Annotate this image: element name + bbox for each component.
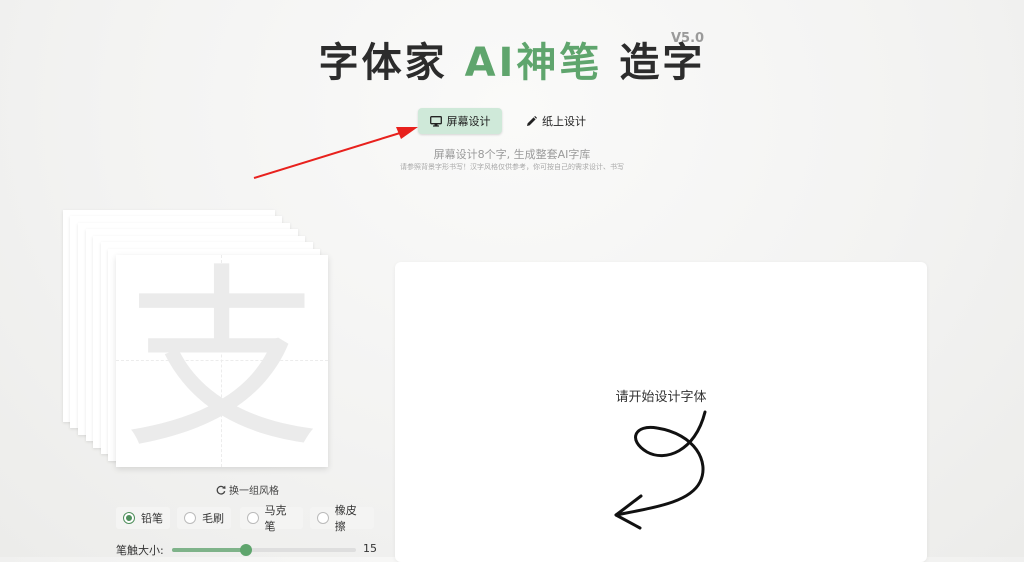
brush-size-slider[interactable] [172, 544, 356, 556]
swap-style-button[interactable]: 换一组风格 [216, 482, 279, 497]
tool-eraser-label: 橡皮擦 [334, 504, 357, 533]
brush-size-label: 笔触大小: [116, 544, 164, 557]
swap-style-label: 换一组风格 [229, 486, 279, 497]
tool-pencil[interactable]: 铅笔 [116, 507, 170, 529]
handwriting-stroke [614, 410, 707, 530]
tool-brush-label: 毛刷 [202, 512, 224, 525]
subtitle-secondary: 请参照背景字形书写！汉字风格仅供参考，你可按自己的需求设计、书写 [400, 163, 624, 171]
brush-size-fill [172, 548, 246, 552]
tool-pencil-label: 铅笔 [141, 512, 163, 525]
reference-character-card: 支 [116, 255, 328, 467]
eraser-radio[interactable] [317, 512, 329, 524]
reference-character: 支 [123, 247, 320, 475]
marker-radio[interactable] [247, 512, 259, 524]
drawing-canvas[interactable]: 请开始设计字体 [395, 262, 927, 562]
brush-size-thumb[interactable] [239, 544, 252, 556]
refresh-icon [216, 485, 226, 495]
subtitle-primary: 屏幕设计8个字, 生成整套AI字库 [433, 148, 591, 161]
pencil-radio[interactable] [123, 512, 135, 524]
tool-brush[interactable]: 毛刷 [177, 507, 231, 529]
brush-size-value: 15 [363, 542, 377, 555]
tool-marker[interactable]: 马克笔 [240, 504, 303, 533]
brush-radio[interactable] [184, 512, 196, 524]
tool-eraser[interactable]: 橡皮擦 [310, 504, 374, 533]
tool-marker-label: 马克笔 [264, 504, 287, 533]
